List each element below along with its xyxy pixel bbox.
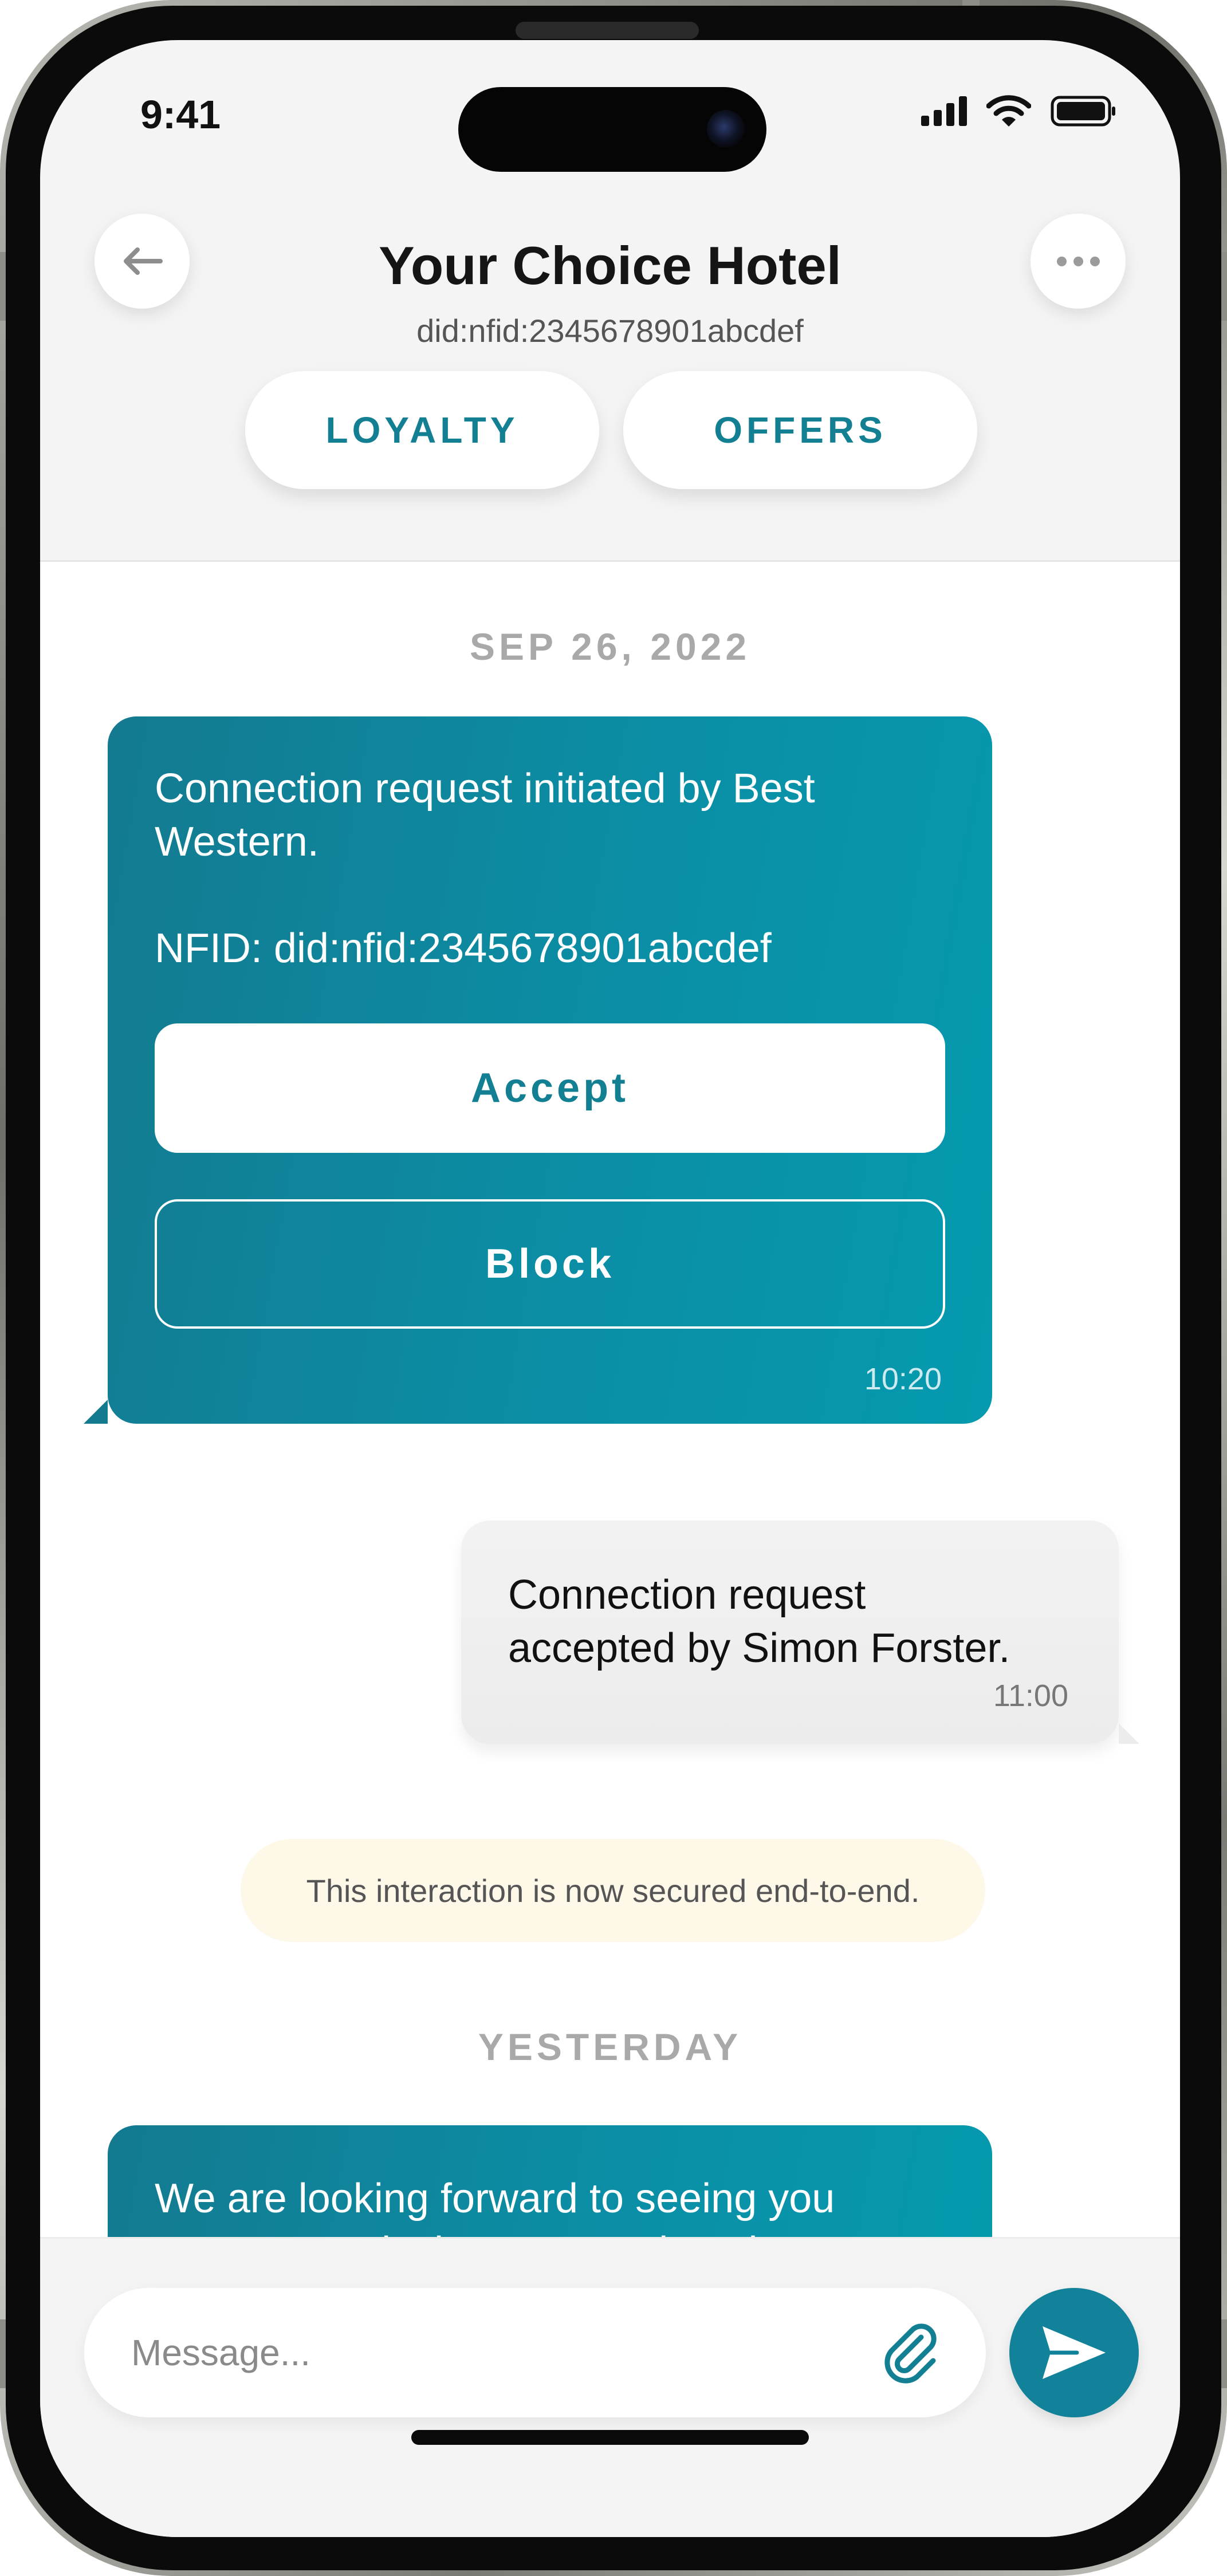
front-camera-icon bbox=[707, 110, 745, 148]
chat-thread[interactable]: SEP 26, 2022 Connection request initiate… bbox=[40, 562, 1180, 2237]
dynamic-island bbox=[458, 87, 766, 172]
message-text: Connection request accepted by Simon For… bbox=[508, 1569, 1084, 1675]
paperclip-icon[interactable] bbox=[876, 2319, 945, 2388]
message-time: 10:20 bbox=[864, 1362, 942, 1396]
message-line: accepted by Simon Forster. bbox=[508, 1625, 1010, 1671]
app-screen: 9:41 Your Choice Hotel did:nfid:23456789… bbox=[40, 40, 1180, 2537]
message-line: Connection request bbox=[508, 1572, 866, 1618]
incoming-message: We are looking forward to seeing you tom… bbox=[108, 2125, 992, 2237]
tab-loyalty[interactable]: LOYALTY bbox=[245, 371, 599, 489]
tab-offers[interactable]: OFFERS bbox=[623, 371, 977, 489]
nfid-line: NFID: did:nfid:2345678901abcdef bbox=[155, 925, 772, 971]
date-separator: SEP 26, 2022 bbox=[469, 625, 751, 668]
page-title: Your Choice Hotel bbox=[379, 235, 841, 296]
home-indicator bbox=[411, 2430, 809, 2445]
message-text: Connection request initiated by Best Wes… bbox=[155, 762, 952, 975]
send-button[interactable] bbox=[1009, 2288, 1139, 2417]
more-options-button[interactable] bbox=[1031, 214, 1126, 309]
block-button[interactable]: Block bbox=[155, 1199, 945, 1329]
connection-request-message: Connection request initiated by Best Wes… bbox=[84, 716, 992, 1424]
status-time: 9:41 bbox=[140, 92, 221, 137]
phone-frame: 9:41 Your Choice Hotel did:nfid:23456789… bbox=[0, 0, 1227, 2576]
message-composer bbox=[40, 2237, 1180, 2537]
message-line: We are looking forward to seeing you bbox=[155, 2176, 835, 2221]
contact-did: did:nfid:2345678901abcdef bbox=[416, 313, 804, 349]
wifi-icon bbox=[986, 95, 1031, 127]
cellular-signal-icon bbox=[921, 96, 967, 126]
status-icons bbox=[921, 94, 1117, 128]
message-text: We are looking forward to seeing you tom… bbox=[155, 2172, 952, 2237]
bubble-tail bbox=[84, 1400, 108, 1424]
message-line: Connection request initiated by Best bbox=[155, 766, 815, 812]
phone-speaker bbox=[516, 22, 699, 39]
message-line: tomorrow. It is time to complete the bbox=[155, 2226, 952, 2237]
accept-button[interactable]: Accept bbox=[155, 1023, 945, 1153]
ellipsis-icon bbox=[1056, 256, 1100, 266]
outgoing-message: Connection request accepted by Simon For… bbox=[461, 1521, 1139, 1744]
message-time: 11:00 bbox=[993, 1679, 1068, 1713]
send-icon bbox=[1043, 2326, 1106, 2379]
message-line: Western. bbox=[155, 819, 319, 865]
date-separator: YESTERDAY bbox=[478, 2026, 742, 2068]
secure-notice: This interaction is now secured end-to-e… bbox=[241, 1839, 985, 1942]
battery-icon bbox=[1051, 96, 1115, 127]
bubble-tail bbox=[1119, 1723, 1139, 1744]
message-input[interactable] bbox=[84, 2288, 986, 2417]
